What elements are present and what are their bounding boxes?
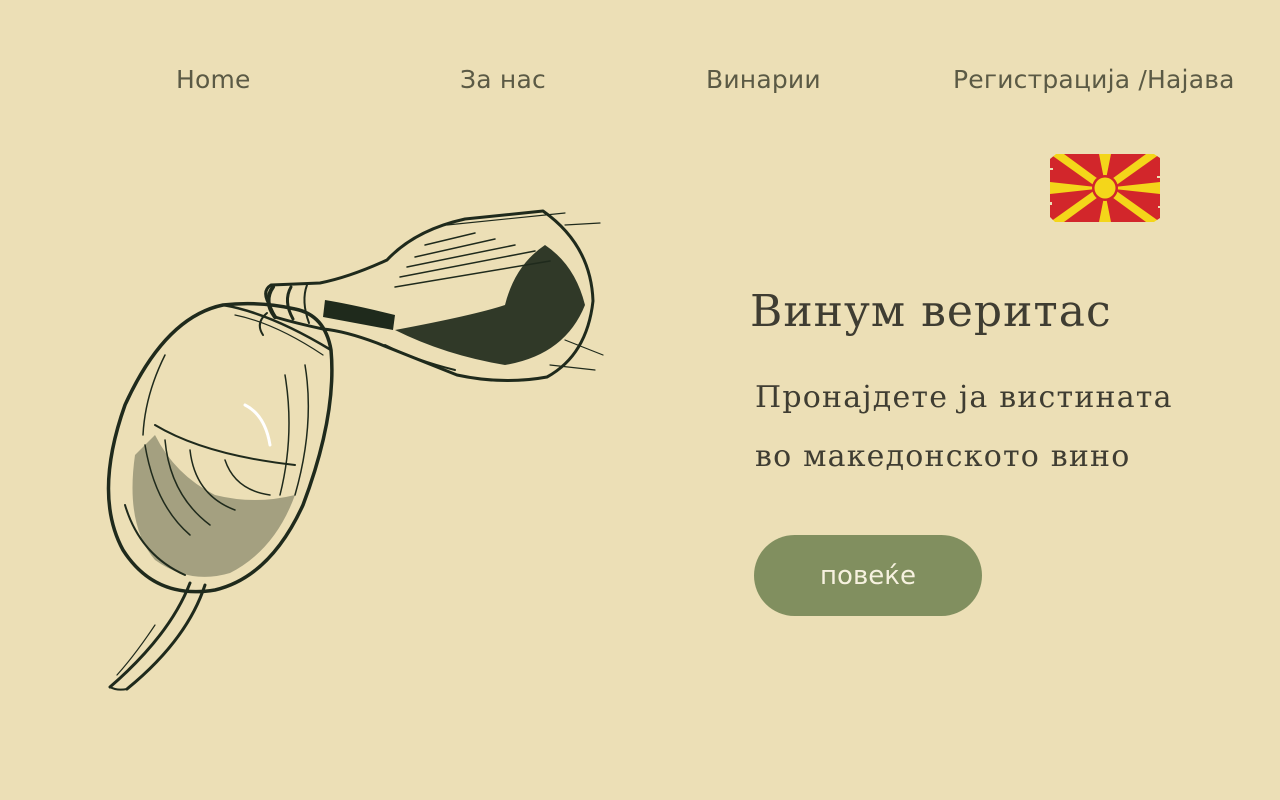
hero-subtitle-line-1: Пронајдете ја вистината — [755, 380, 1173, 415]
hero-title: Винум веритас — [750, 286, 1112, 337]
nav-link-home[interactable]: Home — [176, 62, 251, 98]
nav-link-wineries[interactable]: Винарии — [706, 62, 821, 98]
nav-link-about[interactable]: За нас — [460, 62, 546, 98]
macedonia-flag-icon[interactable] — [1050, 154, 1160, 222]
landing-page: Home За нас Винарии Регистрација /Најава — [0, 0, 1280, 800]
nav-link-register-login[interactable]: Регистрација /Најава — [953, 62, 1235, 98]
wine-bottle-sketch — [264, 209, 604, 383]
flag-sun — [1094, 177, 1116, 199]
wine-glass-sketch — [106, 301, 334, 691]
wine-bottle-pouring-into-glass-icon — [106, 209, 604, 691]
more-button[interactable]: повеќе — [754, 535, 982, 616]
hero-subtitle-line-2: во македонското вино — [755, 439, 1131, 474]
